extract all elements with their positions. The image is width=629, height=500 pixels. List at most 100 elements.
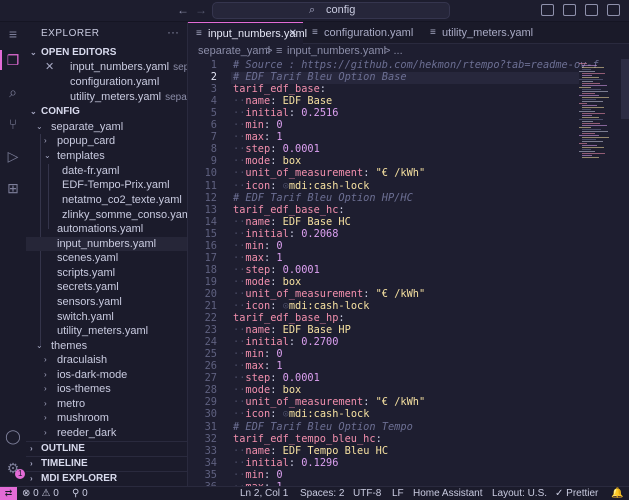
extensions-icon[interactable]: ⊞ bbox=[3, 178, 23, 198]
minimap[interactable] bbox=[579, 59, 621, 486]
open-editor-item[interactable]: utility_meters.yamlsepar... bbox=[26, 90, 187, 104]
cursor-position[interactable]: Ln 2, Col 1 bbox=[240, 487, 288, 500]
tree-file[interactable]: automations.yaml bbox=[26, 222, 187, 236]
breadcrumb-tail[interactable]: > ... bbox=[384, 44, 403, 59]
tree-file[interactable]: secrets.yaml bbox=[26, 280, 187, 294]
tab-configuration[interactable]: ≡ configuration.yaml bbox=[304, 22, 421, 44]
code-line[interactable]: ··min: 0 bbox=[233, 240, 283, 252]
code-line[interactable]: # Source : https://github.com/hekmon/rte… bbox=[233, 59, 599, 71]
open-editor-item[interactable]: configuration.yaml bbox=[26, 75, 187, 89]
code-line[interactable]: ··min: 0 bbox=[233, 469, 283, 481]
code-line[interactable]: ··step: 0.0001 bbox=[233, 372, 320, 384]
tree-file[interactable]: EDF-Tempo-Prix.yaml bbox=[26, 178, 187, 192]
encoding[interactable]: UTF-8 bbox=[353, 487, 381, 500]
code-line[interactable]: ··unit_of_measurement: "€ /kWh" bbox=[233, 288, 425, 300]
notifications-bell-icon[interactable]: 🔔 bbox=[611, 487, 623, 500]
indentation[interactable]: Spaces: 2 bbox=[300, 487, 344, 500]
explorer-icon[interactable]: ❐ bbox=[0, 50, 23, 70]
toggle-secondary-sidebar-icon[interactable] bbox=[585, 4, 598, 16]
tree-file[interactable]: scenes.yaml bbox=[26, 251, 187, 265]
code-line[interactable]: ··max: 1 bbox=[233, 252, 283, 264]
code-editor[interactable]: 1 # Source : https://github.com/hekmon/rt… bbox=[188, 59, 629, 486]
code-line[interactable]: ··name: EDF Base HC bbox=[233, 216, 351, 228]
code-line[interactable]: ··max: 1 bbox=[233, 360, 283, 372]
code-line[interactable]: ··mode: box bbox=[233, 155, 301, 167]
code-line[interactable]: ··name: EDF Tempo Bleu HC bbox=[233, 445, 388, 457]
forward-arrow-icon[interactable]: → bbox=[194, 3, 208, 17]
code-line[interactable]: ··initial: 0.2068 bbox=[233, 228, 338, 240]
toggle-panel-icon[interactable] bbox=[563, 4, 576, 16]
toggle-sidebar-icon[interactable] bbox=[541, 4, 554, 16]
tree-folder[interactable]: › popup_card bbox=[26, 134, 187, 148]
close-icon[interactable]: ✕ bbox=[45, 60, 54, 74]
code-line[interactable]: ··min: 0 bbox=[233, 119, 283, 131]
tab-utility-meters[interactable]: ≡ utility_meters.yaml bbox=[422, 22, 552, 44]
code-line[interactable]: ··max: 1 bbox=[233, 131, 283, 143]
remote-indicator-icon[interactable]: ⇄ bbox=[0, 487, 17, 500]
tree-file-selected[interactable]: input_numbers.yaml bbox=[26, 237, 187, 251]
search-icon[interactable]: ⌕ bbox=[3, 82, 23, 102]
home-assistant-status[interactable]: Home Assistant bbox=[413, 487, 482, 500]
code-line[interactable]: ··name: EDF Base HP bbox=[233, 324, 351, 336]
code-line[interactable]: # EDF Tarif Bleu Option Base bbox=[233, 71, 407, 83]
code-line[interactable]: tarif_edf_base_hp: bbox=[233, 312, 345, 324]
ports-indicator[interactable]: ⚲ 0 bbox=[72, 487, 88, 500]
mdi-explorer-section[interactable]: › MDI EXPLORER bbox=[26, 471, 187, 485]
problems-indicator[interactable]: ⊗ 0 ⚠ 0 bbox=[22, 487, 59, 500]
tree-file[interactable]: utility_meters.yaml bbox=[26, 324, 187, 338]
breadcrumb-folder[interactable]: separate_yaml bbox=[198, 44, 270, 59]
vertical-scrollbar[interactable] bbox=[621, 59, 629, 486]
settings-gear-icon[interactable]: ⚙ 1 bbox=[3, 458, 26, 479]
tree-folder[interactable]: › metro bbox=[26, 397, 187, 411]
tree-file[interactable]: netatmo_co2_texte.yaml bbox=[26, 193, 187, 207]
more-actions-icon[interactable]: ··· bbox=[167, 25, 179, 39]
tree-file[interactable]: zlinky_somme_conso.yaml bbox=[26, 208, 187, 222]
code-line[interactable]: ··mode: box bbox=[233, 384, 301, 396]
code-line[interactable]: tarif_edf_tempo_bleu_hc: bbox=[233, 433, 382, 445]
tree-folder[interactable]: ⌄ themes bbox=[26, 339, 187, 353]
code-line[interactable]: # EDF Tarif Bleu Option HP/HC bbox=[233, 192, 413, 204]
open-editors-section[interactable]: ⌄ OPEN EDITORS bbox=[26, 46, 187, 60]
tree-file[interactable]: sensors.yaml bbox=[26, 295, 187, 309]
timeline-section[interactable]: › TIMELINE bbox=[26, 456, 187, 470]
tree-folder[interactable]: › draculaish bbox=[26, 353, 187, 367]
tree-folder[interactable]: ⌄ templates bbox=[26, 149, 187, 163]
tree-folder[interactable]: › ios-themes bbox=[26, 382, 187, 396]
code-line[interactable]: ··icon: ⊙mdi:cash-lock bbox=[233, 408, 369, 420]
outline-section[interactable]: › OUTLINE bbox=[26, 441, 187, 455]
scrollbar-thumb[interactable] bbox=[621, 59, 629, 119]
tree-file[interactable]: switch.yaml bbox=[26, 310, 187, 324]
code-line[interactable]: ··initial: 0.1296 bbox=[233, 457, 338, 469]
tree-folder[interactable]: ⌄ separate_yaml bbox=[26, 120, 187, 134]
keyboard-layout[interactable]: Layout: U.S. bbox=[492, 487, 547, 500]
code-line[interactable]: ··unit_of_measurement: "€ /kWh" bbox=[233, 396, 425, 408]
menu-icon[interactable]: ≡ bbox=[3, 24, 23, 44]
back-arrow-icon[interactable]: ← bbox=[176, 3, 190, 17]
code-line[interactable]: # EDF Tarif Bleu Option Tempo bbox=[233, 421, 413, 433]
tab-input-numbers[interactable]: ≡ input_numbers.yaml ✕ bbox=[188, 22, 307, 45]
code-line[interactable]: ··unit_of_measurement: "€ /kWh" bbox=[233, 167, 425, 179]
code-line[interactable]: ··initial: 0.2700 bbox=[233, 336, 338, 348]
open-editor-item[interactable]: ✕ input_numbers.yamlsep... bbox=[26, 60, 187, 74]
end-of-line[interactable]: LF bbox=[392, 487, 404, 500]
code-line[interactable]: ··icon: ⊙mdi:cash-lock bbox=[233, 300, 369, 312]
code-line[interactable]: ··step: 0.0001 bbox=[233, 143, 320, 155]
source-control-icon[interactable]: ⑂ bbox=[3, 114, 23, 134]
prettier-status[interactable]: ✓ Prettier bbox=[555, 487, 598, 500]
close-icon[interactable]: ✕ bbox=[289, 23, 297, 45]
account-icon[interactable]: ◯ bbox=[3, 426, 23, 446]
tree-folder[interactable]: › reeder_dark bbox=[26, 426, 187, 440]
code-line[interactable]: tarif_edf_base_hc: bbox=[233, 204, 345, 216]
code-line[interactable]: ··min: 0 bbox=[233, 348, 283, 360]
code-line[interactable]: ··name: EDF Base bbox=[233, 95, 332, 107]
breadcrumb-file[interactable]: input_numbers.yaml bbox=[287, 44, 386, 59]
tree-folder[interactable]: › ios-dark-mode bbox=[26, 368, 187, 382]
run-debug-icon[interactable]: ▷ bbox=[3, 146, 23, 166]
code-line[interactable]: ··mode: box bbox=[233, 276, 301, 288]
code-line[interactable]: ··icon: ⊙mdi:cash-lock bbox=[233, 180, 369, 192]
code-line[interactable]: tarif_edf_base: bbox=[233, 83, 326, 95]
command-center-search[interactable]: ⌕ config bbox=[212, 2, 450, 19]
tree-file[interactable]: date-fr.yaml bbox=[26, 164, 187, 178]
code-line[interactable]: ··initial: 0.2516 bbox=[233, 107, 338, 119]
config-section[interactable]: ⌄ CONFIG bbox=[26, 105, 187, 119]
